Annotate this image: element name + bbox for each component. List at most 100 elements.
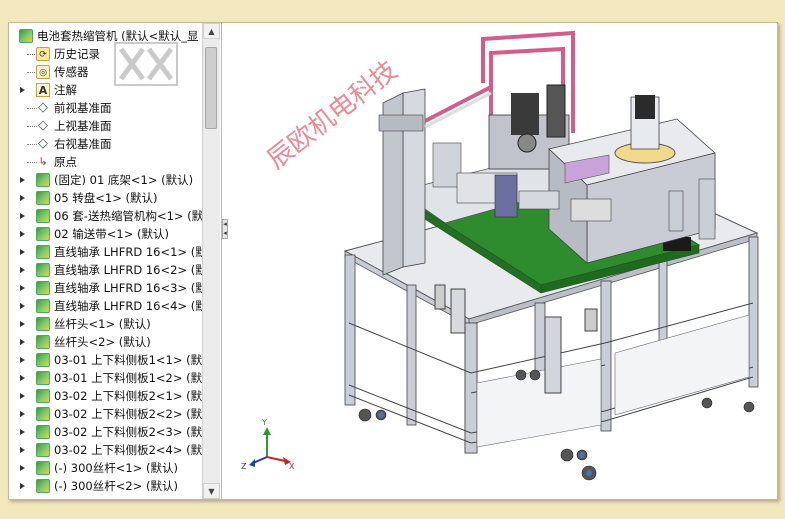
tree-item[interactable]: 直线轴承 LHFRD 16<3> (默: [9, 279, 204, 297]
origin-icon: ↳: [38, 155, 48, 168]
tree-item-label: 直线轴承 LHFRD 16<2> (默: [54, 263, 204, 277]
tree-item-label: 直线轴承 LHFRD 16<1> (默: [54, 245, 204, 259]
expand-arrow-icon[interactable]: [20, 429, 25, 435]
part-icon: [36, 479, 50, 493]
part-icon: [36, 173, 50, 187]
part-icon: [36, 317, 50, 331]
expand-arrow-icon[interactable]: [20, 303, 25, 309]
tree-item-label: 06 套-送热缩管机构<1> (默: [54, 209, 204, 223]
watermark-logo-icon: [114, 42, 178, 86]
part-icon: [36, 389, 50, 403]
expand-arrow-icon[interactable]: [20, 177, 25, 183]
tree-item-label: 原点: [54, 155, 77, 169]
expand-arrow-icon[interactable]: [20, 411, 25, 417]
tree-item-label: 丝杆头<2> (默认): [54, 335, 151, 349]
expand-arrow-icon[interactable]: [20, 339, 25, 345]
tree-item-label: 直线轴承 LHFRD 16<3> (默: [54, 281, 204, 295]
tree-item[interactable]: (-) 300丝杆<1> (默认): [9, 459, 204, 477]
part-icon: [36, 443, 50, 457]
expand-arrow-icon[interactable]: [20, 321, 25, 327]
expand-arrow-icon[interactable]: [20, 249, 25, 255]
tree-item[interactable]: (-) 300丝杆<2> (默认): [9, 477, 204, 495]
expand-arrow-icon[interactable]: [20, 393, 25, 399]
tree-item-label: 上视基准面: [54, 119, 112, 133]
tree-item[interactable]: 05 转盘<1> (默认): [9, 189, 204, 207]
triad-z-label: Z: [241, 462, 247, 471]
expand-arrow-icon[interactable]: [20, 375, 25, 381]
tree-item-label: 丝杆头<1> (默认): [54, 317, 151, 331]
tree-item[interactable]: 直线轴承 LHFRD 16<4> (默: [9, 297, 204, 315]
expand-arrow-icon[interactable]: [20, 465, 25, 471]
part-icon: [36, 461, 50, 475]
part-icon: [36, 227, 50, 241]
plane-icon: ◇: [38, 118, 48, 133]
tree-item[interactable]: 03-02 上下料侧板2<3> (默: [9, 423, 204, 441]
scroll-thumb[interactable]: [205, 47, 217, 129]
part-icon: [36, 191, 50, 205]
tree-item-label: 历史记录: [54, 47, 100, 61]
app-window: 电池套热缩管机 (默认<默认_显 ⟳ 历史记录 ◎ 传感器 A 注解 ◇ 前视基准面 ◇ 上视基准…: [8, 22, 778, 500]
tree-item[interactable]: ◇ 前视基准面: [9, 99, 204, 117]
machine-model: Y X Z: [241, 30, 759, 481]
tree-item-label: 03-02 上下料侧板2<3> (默: [54, 425, 203, 439]
expand-arrow-icon[interactable]: [20, 357, 25, 363]
tree-item-label: 03-01 上下料侧板1<1> (默: [54, 353, 203, 367]
tree-item-label: (-) 300丝杆<2> (默认): [54, 479, 178, 493]
part-icon: [36, 263, 50, 277]
tree-item[interactable]: ◇ 上视基准面: [9, 117, 204, 135]
tree-item[interactable]: 06 套-送热缩管机构<1> (默: [9, 207, 204, 225]
triad-x-label: X: [289, 462, 295, 471]
tree-item[interactable]: 丝杆头<1> (默认): [9, 315, 204, 333]
part-icon: [36, 371, 50, 385]
tree-item[interactable]: 03-01 上下料侧板1<1> (默: [9, 351, 204, 369]
tree-item-label: 03-02 上下料侧板2<2> (默: [54, 407, 203, 421]
tree-item-label: 前视基准面: [54, 101, 112, 115]
coordinate-triad-icon: [249, 427, 291, 467]
model-viewport[interactable]: Y X Z: [229, 23, 777, 499]
annotation-icon: A: [36, 83, 50, 97]
part-icon: [36, 281, 50, 295]
tree-item[interactable]: ◇ 右视基准面: [9, 135, 204, 153]
sensor-icon: ◎: [36, 65, 50, 79]
tree-item-label: 03-01 上下料侧板1<2> (默: [54, 371, 203, 385]
expand-arrow-icon[interactable]: [20, 267, 25, 273]
expand-arrow-icon[interactable]: [20, 447, 25, 453]
tree-item-label: 03-02 上下料侧板2<1> (默: [54, 389, 203, 403]
tree-item-label: 03-02 上下料侧板2<4> (默: [54, 443, 203, 457]
tree-item-label: 传感器: [54, 65, 89, 79]
part-icon: [36, 245, 50, 259]
tree-item-label: 注解: [54, 83, 77, 97]
expand-arrow-icon[interactable]: [20, 231, 25, 237]
plane-icon: ◇: [38, 100, 48, 115]
history-icon: ⟳: [36, 47, 50, 61]
part-icon: [36, 425, 50, 439]
tree-item-label: (-) 300丝杆<1> (默认): [54, 461, 178, 475]
assembly-icon: [19, 29, 33, 43]
tree-item[interactable]: (固定) 01 底架<1> (默认): [9, 171, 204, 189]
tree-item[interactable]: 02 输送带<1> (默认): [9, 225, 204, 243]
scroll-up-icon[interactable]: ▲: [203, 23, 220, 39]
tree-scrollbar[interactable]: ▲ ▼: [202, 23, 220, 499]
tree-item[interactable]: 03-02 上下料侧板2<1> (默: [9, 387, 204, 405]
expand-arrow-icon[interactable]: [20, 483, 25, 489]
scroll-down-icon[interactable]: ▼: [203, 483, 220, 499]
triad-y-label: Y: [261, 418, 267, 427]
tree-item-label: 02 输送带<1> (默认): [54, 227, 170, 241]
tree-item[interactable]: ↳ 原点: [9, 153, 204, 171]
tree-item-label: (固定) 01 底架<1> (默认): [54, 173, 194, 187]
tree-item-label: 右视基准面: [54, 137, 112, 151]
expand-arrow-icon[interactable]: [20, 213, 25, 219]
tree-item[interactable]: 直线轴承 LHFRD 16<1> (默: [9, 243, 204, 261]
tree-item[interactable]: 丝杆头<2> (默认): [9, 333, 204, 351]
part-icon: [36, 299, 50, 313]
tree-item[interactable]: 03-02 上下料侧板2<4> (默: [9, 441, 204, 459]
tree-item[interactable]: 03-02 上下料侧板2<2> (默: [9, 405, 204, 423]
tree-item[interactable]: 直线轴承 LHFRD 16<2> (默: [9, 261, 204, 279]
expand-arrow-icon[interactable]: [20, 195, 25, 201]
expand-arrow-icon[interactable]: [20, 87, 25, 93]
part-icon: [36, 209, 50, 223]
panel-splitter[interactable]: ◂ ◂: [222, 219, 228, 239]
part-icon: [36, 335, 50, 349]
tree-item[interactable]: 03-01 上下料侧板1<2> (默: [9, 369, 204, 387]
expand-arrow-icon[interactable]: [20, 285, 25, 291]
